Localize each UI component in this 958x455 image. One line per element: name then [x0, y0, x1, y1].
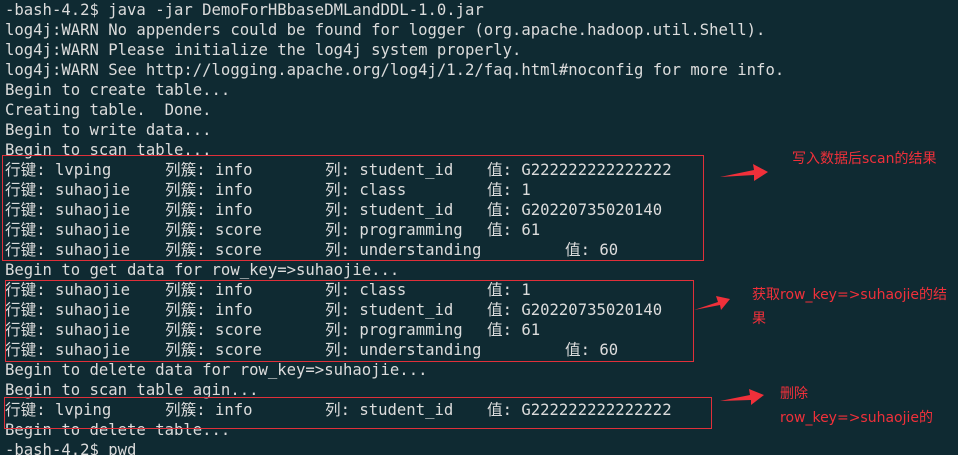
- command-line: -bash-4.2$ java -jar DemoForHBbaseDMLand…: [5, 1, 484, 19]
- arrow-left-icon: [720, 389, 764, 405]
- scan-result-note: 写入数据后scan的结果: [792, 151, 937, 167]
- output-line: log4j:WARN Please initialize the log4j s…: [5, 41, 522, 59]
- output-line: Creating table. Done.: [5, 101, 212, 119]
- output-line: Begin to write data...: [5, 121, 212, 139]
- delete-note-line2: row_key=>suhaojie的: [780, 410, 934, 426]
- output-line: Begin to get data for row_key=>suhaojie.…: [5, 261, 400, 279]
- output-line: Begin to delete data for row_key=>suhaoj…: [5, 361, 428, 379]
- get-result-highlight-box: [5, 280, 694, 362]
- delete-result-note: 删除 row_key=>suhaojie的: [780, 382, 955, 430]
- get-result-note: 获取row_key=>suhaojie的结果: [752, 287, 948, 327]
- command-line: -bash-4.2$ pwd: [5, 441, 137, 455]
- arrow-left-icon: [694, 296, 730, 310]
- arrow-left-icon: [720, 164, 768, 181]
- output-line: log4j:WARN No appenders could be found f…: [5, 21, 766, 39]
- delete-note-line1: 删除: [780, 386, 808, 402]
- scan-result-highlight-box: [2, 155, 704, 261]
- output-line: Begin to create table...: [5, 81, 231, 99]
- rescan-result-highlight-box: [4, 397, 712, 429]
- output-line: log4j:WARN See http://logging.apache.org…: [5, 61, 785, 79]
